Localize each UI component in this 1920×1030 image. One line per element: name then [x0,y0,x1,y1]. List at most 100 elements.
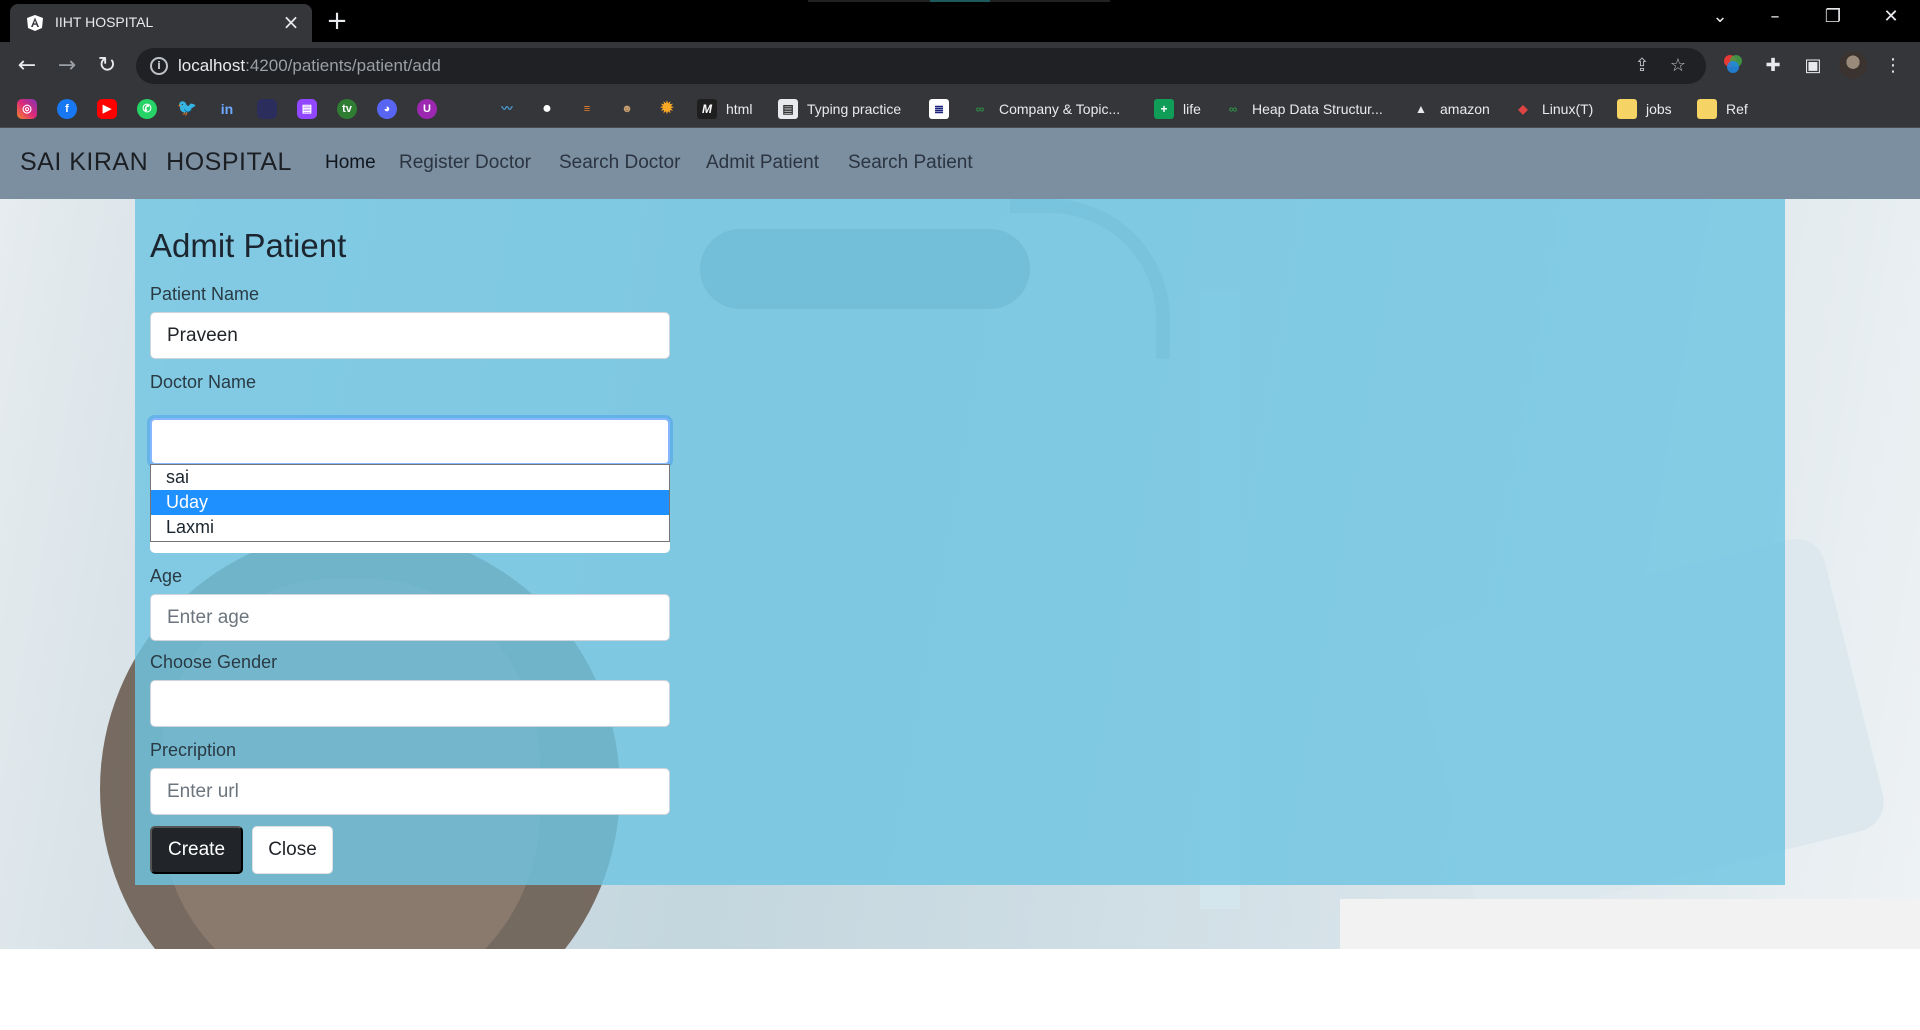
bookmark-label: amazon [1440,101,1490,117]
browser-toolbar: ← → ↻ i localhost:4200/patients/patient/… [0,42,1920,90]
hero-background: Admit Patient Patient Name Praveen Docto… [0,199,1920,949]
gender-label: Choose Gender [150,652,278,672]
whatsapp-icon[interactable]: ✆ [137,99,157,119]
new-tab-icon[interactable]: + [324,8,350,34]
nav-search-patient[interactable]: Search Patient [848,152,973,174]
extensions-puzzle-icon[interactable]: ✚ [1760,53,1786,79]
box-icon: ◆ [1513,99,1533,119]
profile-avatar[interactable] [1839,51,1867,79]
bookmark-label: Company & Topic... [999,101,1121,117]
prescription-input[interactable]: Enter url [150,768,670,815]
doctor-name-label: Doctor Name [150,372,257,392]
minimize-icon[interactable]: – [1760,6,1790,36]
doctor-option[interactable]: Uday [151,490,669,515]
patient-name-label: Patient Name [150,284,260,304]
page-viewport: SAI KIRAN HOSPITAL Home Register Doctor S… [0,128,1920,1030]
document-icon: ▤ [778,99,798,119]
patient-name-input[interactable]: Praveen [150,312,670,359]
bookmark-item[interactable]: ▲ amazon [1411,98,1490,120]
angular-icon [27,15,43,31]
m-icon: M [697,99,717,119]
site-brand[interactable]: SAI KIRAN HOSPITAL [20,148,292,177]
tv-icon[interactable]: tv [337,99,357,119]
side-panel-icon[interactable]: ▣ [1800,53,1826,79]
bookmark-label: Ref [1726,101,1748,117]
page-title: Admit Patient [150,227,347,264]
mountain-icon: ▲ [1411,99,1431,119]
stackoverflow-icon[interactable]: ≡ [577,99,597,119]
address-bar[interactable]: i localhost:4200/patients/patient/add ⇪ … [136,48,1706,84]
folder-icon [1617,99,1637,119]
tab-strip-indicator [930,0,990,2]
linkedin-icon[interactable]: in [217,99,237,119]
tab-search-icon[interactable]: ⌄ [1705,6,1735,36]
brand-suffix: HOSPITAL [166,148,292,176]
github-icon[interactable]: ● [537,99,557,119]
site-info-icon[interactable]: i [150,57,168,75]
url-text[interactable]: localhost:4200/patients/patient/add [178,56,441,76]
site-navbar: SAI KIRAN HOSPITAL Home Register Doctor S… [0,128,1920,199]
gender-select[interactable] [150,680,670,727]
bookmark-label: Linux(T) [1542,101,1594,117]
bookmark-star-icon[interactable]: ☆ [1666,54,1690,78]
bookmark-label: Heap Data Structur... [1252,101,1383,117]
bookmark-item[interactable]: ▤ Typing practice [778,98,901,120]
bookmark-folder[interactable]: Ref [1697,98,1748,120]
bookmark-item[interactable]: ∞ Heap Data Structur... [1223,98,1383,120]
bookmark-item[interactable]: + life [1154,98,1201,120]
prescription-label: Precription [150,740,237,760]
bookmark-label: jobs [1646,101,1672,117]
doctor-option[interactable]: sai [151,465,669,490]
nav-search-doctor[interactable]: Search Doctor [559,152,680,174]
background-floor [1340,899,1920,949]
close-tab-icon[interactable]: × [280,11,302,33]
gfg-icon: ∞ [1223,99,1243,119]
brand-name: SAI KIRAN [20,148,149,176]
book-icon: ≣ [929,99,949,119]
bookmark-item[interactable]: ≣ [929,98,958,120]
browser-tab[interactable]: IIHT HOSPITAL × [10,4,312,42]
restore-icon[interactable]: ❐ [1818,6,1848,36]
age-label: Age [150,566,183,586]
bookmark-label: html [726,101,753,117]
plus-icon: + [1154,99,1174,119]
tab-title: IIHT HOSPITAL [55,14,154,30]
doctor-dropdown-list: sai Uday Laxmi [150,464,670,542]
youtube-icon[interactable]: ▶ [97,99,117,119]
close-window-icon[interactable]: ✕ [1876,6,1906,36]
doctor-option[interactable]: Laxmi [151,515,669,540]
bookmark-label: life [1183,101,1201,117]
bookmark-folder[interactable]: jobs [1617,98,1672,120]
twitter-icon[interactable]: 🐦 [177,99,197,119]
wave-icon[interactable]: 〰 [497,99,517,119]
nav-register-doctor[interactable]: Register Doctor [399,152,531,174]
doctor-name-select[interactable] [150,418,670,465]
bookmark-item[interactable]: ◆ Linux(T) [1513,98,1593,120]
nav-admit-patient[interactable]: Admit Patient [706,152,819,174]
udemy-icon[interactable]: U [417,99,437,119]
close-button[interactable]: Close [252,826,333,874]
bookmark-label: Typing practice [807,101,902,117]
menu-kebab-icon[interactable]: ⋮ [1880,53,1906,79]
gfg-icon: ∞ [970,99,990,119]
nav-home[interactable]: Home [325,152,376,174]
back-icon[interactable]: ← [12,51,42,81]
reload-icon[interactable]: ↻ [92,51,122,81]
color-extension-icon[interactable] [1720,53,1746,79]
facebook-icon[interactable]: f [57,99,77,119]
mascot-icon[interactable]: ☻ [617,99,637,119]
twitch-icon[interactable]: ▤ [297,99,317,119]
app-icon[interactable] [257,99,277,119]
sun-icon[interactable]: ✹ [657,99,677,119]
forward-icon[interactable]: → [52,51,82,81]
bookmark-item[interactable]: M html [697,98,752,120]
age-input[interactable]: Enter age [150,594,670,641]
instagram-icon[interactable]: ◎ [17,99,37,119]
bookmarks-bar: ◎ f ▶ ✆ 🐦 in ▤ tv ◕ U 〰 ● ≡ ☻ ✹ M html ▤… [0,90,1920,128]
create-button[interactable]: Create [150,826,243,874]
browser-tab-bar: IIHT HOSPITAL × + ⌄ – ❐ ✕ [0,0,1920,42]
folder-icon [1697,99,1717,119]
bookmark-item[interactable]: ∞ Company & Topic... [970,98,1120,120]
share-icon[interactable]: ⇪ [1630,54,1654,78]
discord-icon[interactable]: ◕ [377,99,397,119]
